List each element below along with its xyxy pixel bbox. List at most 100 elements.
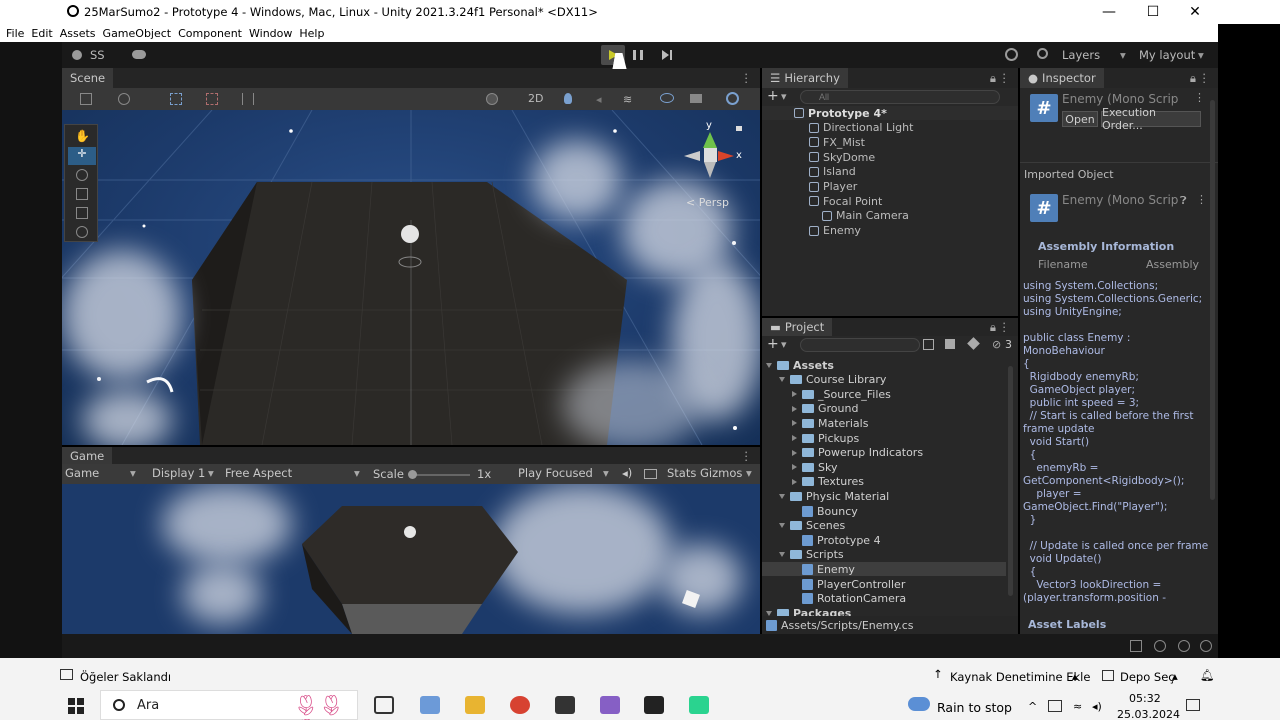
project-item[interactable]: RotationCamera (762, 592, 1006, 606)
add-object-chevron-icon[interactable]: ▾ (781, 90, 787, 103)
clock-date[interactable]: 25.03.2024 (1117, 708, 1180, 720)
game-view[interactable] (62, 484, 760, 634)
file-explorer-icon[interactable] (465, 696, 485, 714)
hierarchy-item[interactable]: Island (809, 165, 856, 179)
photos-app-icon[interactable] (420, 696, 440, 714)
menu-edit[interactable]: Edit (31, 27, 52, 40)
tab-inspector[interactable]: ● Inspector (1020, 68, 1104, 88)
orientation-gizmo[interactable]: y x (682, 120, 742, 190)
aspect-dropdown[interactable]: Free Aspect (225, 466, 292, 480)
expand-arrow-icon[interactable] (792, 391, 797, 398)
hierarchy-item[interactable]: Focal Point (809, 194, 882, 208)
project-item[interactable]: Pickups (762, 431, 1006, 445)
hierarchy-search-input[interactable] (800, 90, 1000, 104)
inspector-options-icon[interactable]: ⋮ (1194, 91, 1205, 104)
status-icon-2[interactable] (1154, 640, 1166, 652)
display-dropdown[interactable]: Display 1 (152, 466, 205, 480)
hand-tool-icon[interactable]: ✋ (75, 129, 90, 143)
play-focused-dropdown[interactable]: Play Focused (518, 466, 593, 480)
app-icon[interactable] (689, 696, 709, 714)
menu-component[interactable]: Component (178, 27, 242, 40)
menu-assets[interactable]: Assets (60, 27, 96, 40)
account-dropdown[interactable]: SS (90, 48, 105, 62)
tray-icon-1[interactable] (1048, 700, 1062, 712)
add-object-button[interactable]: + (767, 88, 779, 104)
inspector-menu-icon[interactable]: ⋮ (1199, 71, 1211, 85)
shading-icon[interactable] (486, 93, 498, 105)
hierarchy-menu-icon[interactable]: ⋮ (999, 71, 1011, 85)
tab-scene[interactable]: Scene (62, 68, 114, 88)
filter-label-icon[interactable] (945, 339, 955, 349)
menu-help[interactable]: Help (299, 27, 324, 40)
task-view-icon[interactable] (374, 696, 394, 714)
grid-snap-icon[interactable] (170, 93, 182, 105)
expand-arrow-icon[interactable] (779, 377, 785, 383)
lock-icon[interactable] (736, 126, 742, 131)
project-menu-icon[interactable]: ⋮ (999, 320, 1011, 334)
project-item[interactable]: Course Library (762, 373, 1006, 387)
project-item[interactable]: Scripts (762, 548, 1006, 562)
expand-arrow-icon[interactable] (792, 435, 797, 441)
vcs-label[interactable]: Kaynak Denetimine Ekle (950, 670, 1090, 684)
clock-time[interactable]: 05:32 (1129, 692, 1161, 705)
status-icon-3[interactable] (1178, 640, 1190, 652)
expand-arrow-icon[interactable] (766, 610, 772, 616)
visibility-icon[interactable] (660, 93, 674, 103)
camera-icon[interactable] (690, 94, 702, 103)
2d-toggle[interactable]: 2D (528, 92, 543, 105)
project-item[interactable]: Textures (762, 475, 1006, 489)
notification-center-icon[interactable] (1186, 699, 1200, 711)
menu-gameobject[interactable]: GameObject (103, 27, 172, 40)
rect-tool-icon[interactable] (76, 207, 88, 219)
menu-window[interactable]: Window (249, 27, 292, 40)
layout-dropdown[interactable]: My layout (1139, 48, 1195, 62)
hierarchy-item[interactable]: Enemy (809, 224, 861, 238)
filter-type-icon[interactable] (923, 339, 934, 350)
project-item[interactable]: Physic Material (762, 489, 1006, 503)
close-button[interactable]: ✕ (1172, 0, 1218, 24)
menu-file[interactable]: File (6, 27, 24, 40)
hierarchy-item[interactable]: Prototype 4* (762, 106, 1018, 120)
hierarchy-item[interactable]: SkyDome (809, 150, 875, 164)
projection-toggle[interactable]: < Persp (686, 196, 729, 209)
effects-icon[interactable]: ≋ (623, 93, 632, 106)
draw-mode-icon[interactable] (80, 93, 92, 105)
maximize-button[interactable]: ☐ (1130, 0, 1176, 24)
lighting-icon[interactable] (564, 93, 572, 104)
expand-arrow-icon[interactable] (779, 523, 785, 529)
hierarchy-item[interactable]: Player (809, 180, 857, 194)
project-item[interactable]: Bouncy (762, 504, 1006, 518)
project-item[interactable]: Sky (762, 460, 1006, 474)
layers-chevron-down-icon[interactable]: ▾ (1120, 48, 1126, 62)
expand-arrow-icon[interactable] (792, 478, 797, 485)
project-item[interactable]: Prototype 4 (762, 533, 1006, 547)
volume-icon[interactable]: ◂) (1092, 700, 1102, 713)
inspector-scrollbar[interactable] (1210, 100, 1215, 500)
global-icon[interactable] (118, 93, 130, 105)
tag-icon[interactable] (967, 337, 980, 350)
project-item[interactable]: Scenes (762, 519, 1006, 533)
start-button[interactable] (68, 698, 84, 714)
step-button[interactable] (662, 50, 669, 60)
status-icon-1[interactable] (1130, 640, 1142, 652)
project-search-input[interactable] (800, 338, 920, 352)
project-item[interactable]: Enemy (762, 562, 1006, 577)
hierarchy-lock-icon[interactable]: 🔒︎ (990, 71, 996, 86)
unity-hub-icon[interactable] (555, 696, 575, 714)
rotate-tool-icon[interactable] (76, 169, 88, 181)
help-icon[interactable]: ❓︎ (1180, 194, 1187, 208)
expand-arrow-icon[interactable] (779, 552, 785, 558)
hidden-packages-icon[interactable]: ⊘ (992, 338, 1001, 351)
hidden-icons-chevron-icon[interactable]: ^ (1028, 700, 1037, 713)
pause-button[interactable] (633, 50, 643, 60)
scale-tool-icon[interactable] (76, 188, 88, 200)
expand-arrow-icon[interactable] (792, 464, 797, 471)
snap-increment-icon[interactable] (242, 93, 254, 105)
minimize-button[interactable]: — (1086, 0, 1132, 24)
audio-icon[interactable]: ◂ (596, 93, 602, 106)
move-tool-icon[interactable]: ✛ (68, 147, 96, 165)
create-asset-chevron-icon[interactable]: ▾ (781, 338, 787, 351)
unity-editor-taskbar-icon[interactable] (644, 696, 664, 714)
open-button[interactable]: Open (1062, 111, 1098, 127)
hierarchy-item[interactable]: FX_Mist (809, 135, 865, 149)
